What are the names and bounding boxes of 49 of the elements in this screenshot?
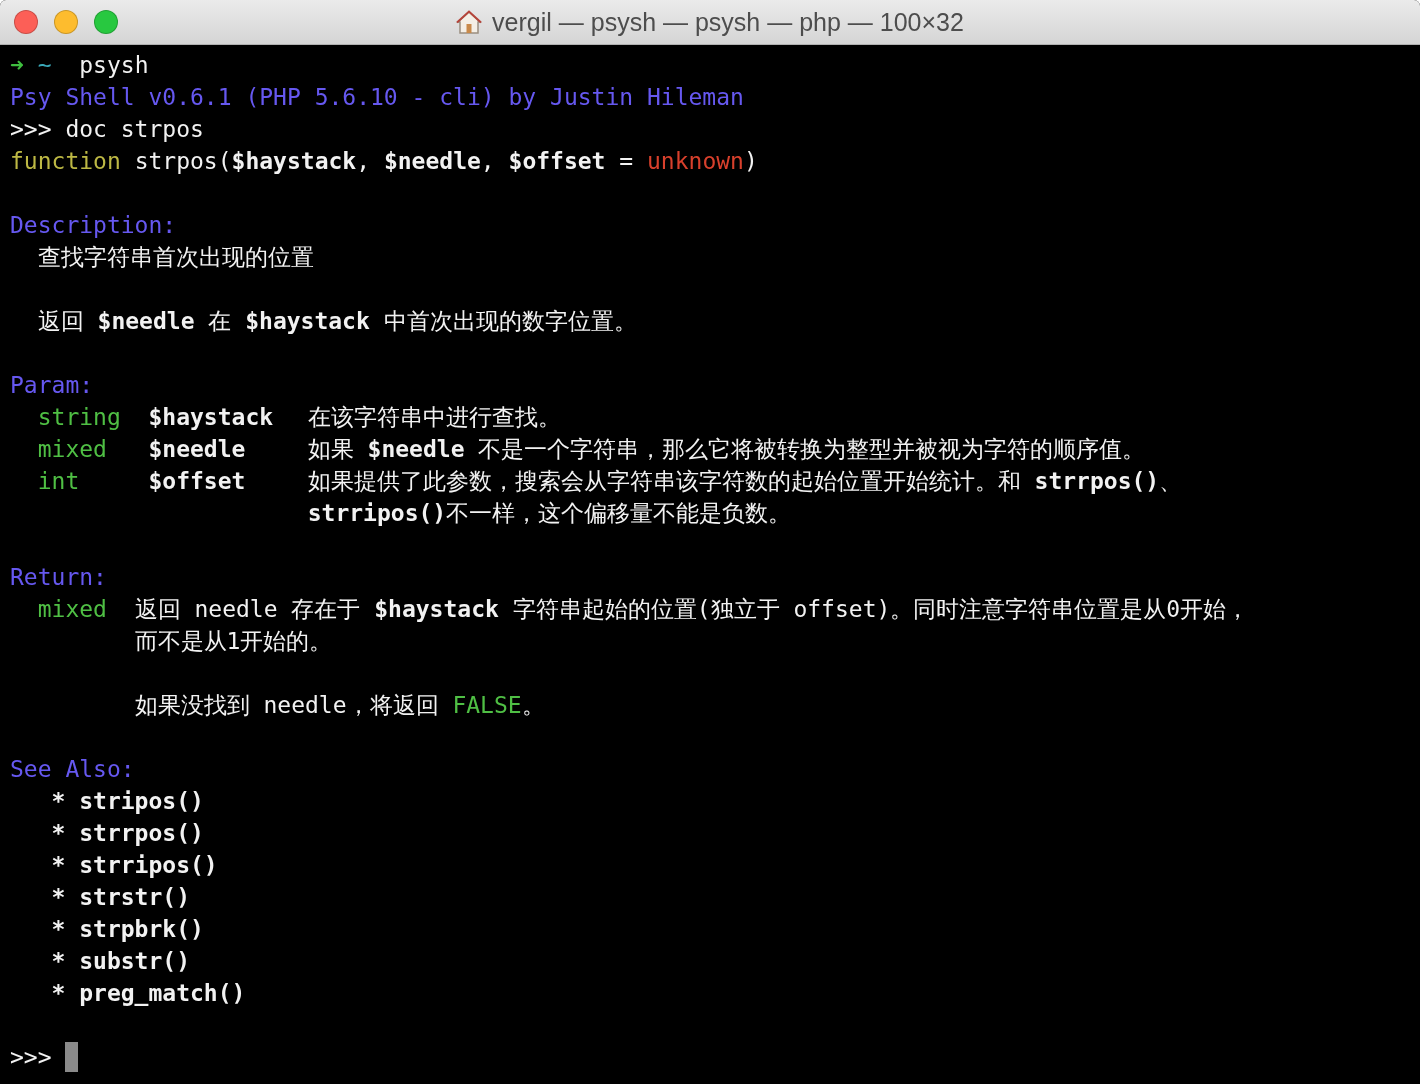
function-name: strpbrk()	[79, 915, 204, 944]
list-bullet: *	[51, 947, 66, 976]
function-name: strripos()	[79, 851, 218, 880]
prompt-marker: >>>	[10, 115, 53, 144]
param-type: string	[37, 403, 121, 432]
list-bullet: *	[51, 851, 66, 880]
list-bullet: *	[51, 819, 66, 848]
param-description: strripos()不一样，这个偏移量不能是负数。	[307, 499, 792, 528]
list-bullet: *	[51, 915, 66, 944]
function-name: preg_match()	[79, 979, 246, 1008]
section-heading: See Also:	[10, 755, 135, 784]
house-icon	[456, 9, 483, 35]
section-heading: Return:	[10, 563, 107, 592]
prompt-arrow: ➜	[10, 51, 24, 80]
description-text: 返回 $needle 在 $haystack 中首次出现的数字位置。	[37, 307, 637, 336]
param-description: 如果提供了此参数，搜索会从字符串该字符数的起始位置开始统计。和 strrpos()、	[307, 467, 1183, 496]
param-name: $needle	[148, 435, 246, 464]
function-name: strrpos()	[79, 819, 204, 848]
function-signature: strpos($haystack, $needle, $offset = unknown)	[134, 147, 758, 176]
maximize-button[interactable]	[94, 10, 118, 34]
return-type: mixed	[37, 595, 107, 624]
function-name: stripos()	[79, 787, 204, 816]
prompt-marker: >>>	[10, 1043, 53, 1072]
text-cursor	[65, 1042, 79, 1072]
minimize-button[interactable]	[54, 10, 78, 34]
close-button[interactable]	[14, 10, 38, 34]
section-heading: Description:	[10, 211, 177, 240]
return-description: 如果没找到 needle，将返回 FALSE。	[134, 691, 545, 720]
list-bullet: *	[51, 883, 66, 912]
return-description: 返回 needle 存在于 $haystack 字符串起始的位置(独立于 offset)。同时注意字符串位置是从0开始，	[134, 595, 1250, 624]
list-bullet: *	[51, 787, 66, 816]
current-directory: ~	[37, 51, 52, 80]
command-text: doc strpos	[65, 115, 204, 144]
keyword-text: function	[10, 147, 121, 176]
section-heading: Param:	[10, 371, 94, 400]
param-name: $haystack	[148, 403, 274, 432]
description-text: 查找字符串首次出现的位置	[37, 243, 314, 272]
list-bullet: *	[51, 979, 66, 1008]
command-text: psysh	[79, 51, 149, 80]
window-title: vergil — psysh — psysh — php — 100×32	[492, 7, 964, 37]
param-description: 如果 $needle 不是一个字符串，那么它将被转换为整型并被视为字符的顺序值。	[307, 435, 1146, 464]
param-type: int	[37, 467, 80, 496]
param-description: 在该字符串中进行查找。	[307, 403, 561, 432]
function-name: substr()	[79, 947, 190, 976]
function-name: strstr()	[79, 883, 190, 912]
param-name: $offset	[148, 467, 246, 496]
return-description: 而不是从1开始的。	[134, 627, 333, 656]
param-type: mixed	[37, 435, 107, 464]
banner-text: Psy Shell v0.6.1 (PHP 5.6.10 - cli) by Justin Hileman	[10, 83, 744, 112]
